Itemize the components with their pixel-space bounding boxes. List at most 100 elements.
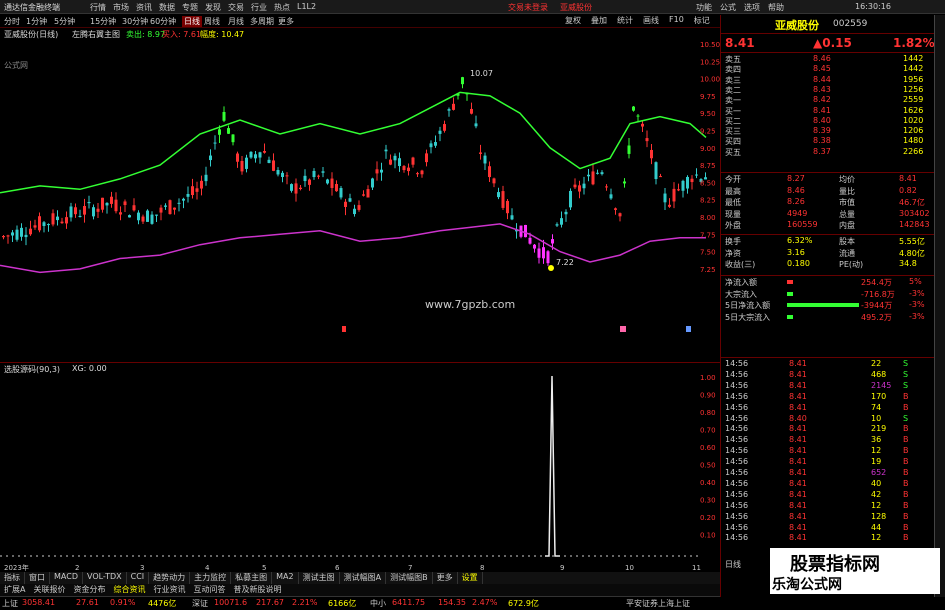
order-book-row[interactable]: 卖一 8.42 2559 — [721, 95, 931, 105]
index-amount: 672.9亿 — [508, 599, 539, 608]
period-intraday[interactable]: 分时 — [4, 16, 20, 27]
flow-row: 5日大宗流入 495.2万 -3% — [725, 311, 925, 322]
period-15min[interactable]: 15分钟 — [90, 16, 116, 27]
order-book-row[interactable]: 买三 8.39 1206 — [721, 126, 931, 136]
menu-help[interactable]: 帮助 — [768, 2, 784, 13]
menu-formula[interactable]: 公式 — [720, 2, 736, 13]
tab-vol[interactable]: VOL-TDX — [83, 572, 127, 584]
tab-fund-dist[interactable]: 资金分布 — [69, 584, 109, 596]
signal-chart[interactable]: 1.00 0.90 0.80 0.70 0.60 0.50 0.40 0.30 0.20 0.10 — [0, 374, 720, 562]
menu-item[interactable]: 行业 — [251, 2, 274, 13]
tool-f10[interactable]: F10 — [669, 15, 684, 26]
period-5min[interactable]: 5分钟 — [54, 16, 75, 27]
menu-item[interactable]: 热点 — [274, 2, 297, 13]
order-book-row[interactable]: 买二 8.40 1020 — [721, 116, 931, 126]
indicator-name[interactable]: 左腾右翼主图 — [72, 29, 120, 40]
tool-stats[interactable]: 统计 — [617, 15, 633, 26]
tab-test-main[interactable]: 测试主图 — [299, 572, 340, 584]
tab-ipo[interactable]: 普及新股说明 — [229, 584, 285, 596]
candle-body — [204, 174, 208, 182]
tab-more[interactable]: 更多 — [433, 572, 458, 584]
price-chart[interactable]: 公式网 10.07 7.22 www.7gpzb.com 10.5010.251… — [0, 40, 720, 360]
index-amount: 6166亿 — [328, 599, 357, 608]
tab-ma2[interactable]: MA2 — [272, 572, 299, 584]
menu-options[interactable]: 选项 — [744, 2, 760, 13]
period-weekly[interactable]: 周线 — [204, 16, 220, 27]
period-60min[interactable]: 60分钟 — [150, 16, 176, 27]
date-tick: 10 — [625, 564, 634, 572]
tool-adjust[interactable]: 复权 — [565, 15, 581, 26]
signal-tick: 0.50 — [700, 462, 716, 470]
last-price: 8.41 — [725, 36, 755, 50]
candle-body — [155, 214, 158, 216]
menu-item[interactable]: 资讯 — [136, 2, 159, 13]
index-name[interactable]: 深证 — [192, 598, 208, 609]
candle-body — [596, 172, 599, 174]
tab-indicator[interactable]: 指标 — [0, 572, 25, 584]
tab-window[interactable]: 窗口 — [25, 572, 50, 584]
menu-item[interactable]: 市场 — [113, 2, 136, 13]
candle-body — [177, 202, 181, 204]
quote-row: 今开 8.27 均价 8.41 — [725, 174, 917, 184]
tab-monitor[interactable]: 主力监控 — [190, 572, 232, 584]
period-multi[interactable]: 多周期 — [250, 16, 274, 27]
candle-body — [299, 187, 302, 190]
tick-trades[interactable]: 14:56 8.41 22 S 14:56 8.41 468 S 14:56 8.41 2145 S 1… — [721, 359, 934, 544]
candle-body — [654, 162, 658, 180]
index-name[interactable]: 上证 — [2, 598, 18, 609]
menu-item[interactable]: 行情 — [90, 2, 113, 13]
period-more[interactable]: 更多 — [278, 16, 294, 27]
tab-related[interactable]: 关联报价 — [29, 584, 69, 596]
order-book-row[interactable]: 卖二 8.43 1256 — [721, 85, 931, 95]
tool-mark[interactable]: 标记 — [694, 15, 710, 26]
order-book-row[interactable]: 卖三 8.44 1956 — [721, 75, 931, 85]
tab-macd[interactable]: MACD — [50, 572, 83, 584]
candle-body — [695, 174, 698, 176]
candle-body — [632, 106, 635, 111]
order-book-row[interactable]: 买四 8.38 1480 — [721, 136, 931, 146]
tab-qa[interactable]: 互动问答 — [189, 584, 229, 596]
tab-settings[interactable]: 设置 — [458, 572, 483, 584]
menu-item[interactable]: 发现 — [205, 2, 228, 13]
tab-private[interactable]: 私募主图 — [231, 572, 273, 584]
candle-body — [245, 157, 248, 169]
tool-draw[interactable]: 画线 — [643, 15, 659, 26]
tab-test-b[interactable]: 测试幅图B — [386, 572, 433, 584]
tab-test-a[interactable]: 测试幅图A — [340, 572, 387, 584]
order-book-row[interactable]: 卖四 8.45 1442 — [721, 64, 931, 74]
tab-news[interactable]: 综合资讯 — [109, 584, 149, 596]
menu-function[interactable]: 功能 — [696, 2, 712, 13]
sub-indicator-value: XG: 0.00 — [72, 364, 107, 373]
order-book-row[interactable]: 买一 8.41 1626 — [721, 106, 931, 116]
site-watermark: www.7gpzb.com — [425, 298, 515, 311]
index-name[interactable]: 中小 — [370, 598, 386, 609]
period-30min[interactable]: 30分钟 — [122, 16, 148, 27]
side-toolbar[interactable] — [934, 15, 945, 597]
candle-body — [24, 234, 28, 238]
tab-industry[interactable]: 行业资讯 — [149, 584, 189, 596]
menu-item[interactable]: 专题 — [182, 2, 205, 13]
tab-cci[interactable]: CCI — [127, 572, 150, 584]
period-daily[interactable]: 日线 — [182, 16, 202, 27]
tab-trend[interactable]: 趋势动力 — [149, 572, 191, 584]
login-warning[interactable]: 交易未登录 — [508, 2, 548, 13]
panel-footer-tab[interactable]: 日线 — [725, 559, 741, 570]
period-1min[interactable]: 1分钟 — [26, 16, 47, 27]
tool-overlay[interactable]: 叠加 — [591, 15, 607, 26]
menu-item[interactable]: L1L2 — [297, 2, 320, 13]
candle-body — [123, 201, 127, 206]
order-book-row[interactable]: 买五 8.37 2266 — [721, 147, 931, 157]
candle-body — [65, 217, 68, 224]
candle-body — [303, 175, 307, 182]
menu-item[interactable]: 交易 — [228, 2, 251, 13]
tab-ext-a[interactable]: 扩展A — [0, 584, 29, 596]
period-monthly[interactable]: 月线 — [228, 16, 244, 27]
price-tick: 8.50 — [700, 179, 716, 187]
order-book-row[interactable]: 卖五 8.46 1442 — [721, 54, 931, 64]
candle-body — [20, 227, 23, 237]
candle-body — [452, 103, 455, 110]
sub-chart-header: 选股源码(90,3) XG: 0.00 — [0, 362, 720, 374]
signal-tick: 0.30 — [700, 497, 716, 505]
menu-item[interactable]: 数据 — [159, 2, 182, 13]
candle-body — [407, 167, 410, 172]
